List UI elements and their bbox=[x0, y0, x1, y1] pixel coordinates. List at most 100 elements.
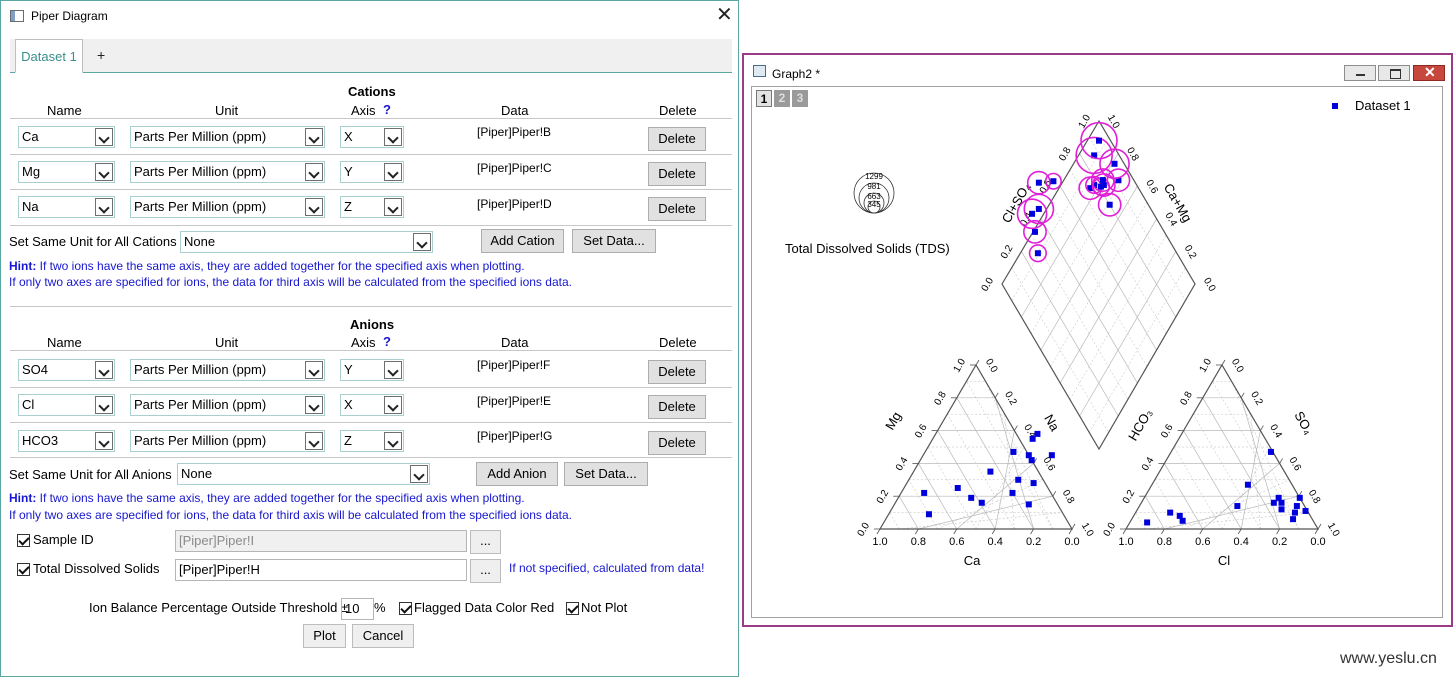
add-anion-button[interactable]: Add Anion bbox=[476, 462, 558, 486]
cation-data-point bbox=[954, 485, 961, 491]
diamond-right-tick-label: 0.0 bbox=[1201, 276, 1218, 294]
sample-id-checkbox[interactable] bbox=[17, 534, 30, 547]
cation-name-select[interactable]: Ca bbox=[18, 126, 115, 148]
anions-hint-line1: Hint: If two ions have the same axis, th… bbox=[9, 491, 525, 505]
dialog-title: Piper Diagram bbox=[31, 9, 108, 23]
anions-set-data-button[interactable]: Set Data... bbox=[564, 462, 648, 486]
cation-triangle-left-tick-label: 0.0 bbox=[856, 521, 873, 539]
axis-help-icon[interactable]: ? bbox=[383, 102, 391, 117]
chevron-down-icon bbox=[384, 432, 402, 450]
sample-id-field[interactable]: [Piper]Piper!I bbox=[175, 530, 467, 552]
close-button[interactable]: ✕ bbox=[1413, 64, 1445, 81]
anion-triangle-gridline bbox=[1192, 414, 1261, 530]
cation-triangle-tick bbox=[1071, 523, 1076, 530]
same-unit-cations-select[interactable]: None bbox=[180, 231, 433, 253]
cation-unit-select[interactable]: Parts Per Million (ppm) bbox=[130, 161, 325, 183]
graph-canvas: 1 2 3 0.0 0.0 0.0 0.2 0.2 0.2 0.4 0.4 0.4 0.6 0.6 0… bbox=[751, 86, 1443, 618]
divider bbox=[10, 350, 732, 351]
cation-axis-select[interactable]: Y bbox=[340, 161, 404, 183]
chevron-down-icon bbox=[384, 198, 402, 216]
delete-button[interactable]: Delete bbox=[648, 127, 706, 151]
add-cation-button[interactable]: Add Cation bbox=[481, 229, 564, 253]
anion-triangle-left-tick-label: 0.0 bbox=[1102, 521, 1119, 539]
anion-triangle-bottom-tick-label: 0.6 bbox=[1195, 536, 1210, 548]
close-icon[interactable]: ✕ bbox=[716, 4, 733, 26]
tds-browse-button[interactable]: ... bbox=[470, 559, 501, 583]
chevron-down-icon bbox=[384, 163, 402, 181]
anion-axis-select[interactable]: X bbox=[340, 394, 404, 416]
same-unit-anions-label: Set Same Unit for All Anions bbox=[9, 467, 172, 482]
anion-axis-select[interactable]: Y bbox=[340, 359, 404, 381]
cation-data-point bbox=[987, 468, 994, 475]
cation-triangle-tick bbox=[975, 359, 980, 366]
anion-unit-select[interactable]: Parts Per Million (ppm) bbox=[130, 359, 325, 381]
tds-checkbox[interactable] bbox=[17, 563, 30, 576]
restore-button[interactable] bbox=[1378, 65, 1410, 81]
anion-data-point bbox=[1290, 516, 1297, 523]
divider bbox=[10, 154, 732, 155]
cation-triangle-gridline bbox=[889, 512, 900, 530]
cation-name-select[interactable]: Mg bbox=[18, 161, 115, 183]
anion-triangle-right-tick-label: 0.4 bbox=[1267, 423, 1284, 441]
anion-data-ref[interactable]: [Piper]Piper!E bbox=[477, 394, 551, 408]
anion-unit-select[interactable]: Parts Per Million (ppm) bbox=[130, 394, 325, 416]
tab-dataset-1[interactable]: Dataset 1 bbox=[15, 39, 83, 73]
piper-dialog: Piper Diagram ✕ Dataset 1 + Cations Name… bbox=[0, 0, 739, 677]
delete-button[interactable]: Delete bbox=[648, 395, 706, 419]
anion-data-point bbox=[1291, 509, 1298, 516]
cation-unit-select[interactable]: Parts Per Million (ppm) bbox=[130, 196, 325, 218]
cation-axis-select[interactable]: X bbox=[340, 126, 404, 148]
axis-help-icon[interactable]: ? bbox=[383, 334, 391, 349]
anion-unit-value: Parts Per Million (ppm) bbox=[134, 433, 267, 448]
same-unit-anions-select[interactable]: None bbox=[177, 463, 430, 485]
cations-set-data-button[interactable]: Set Data... bbox=[572, 229, 656, 253]
col-header-unit: Unit bbox=[215, 103, 239, 118]
cation-name-select[interactable]: Na bbox=[18, 196, 115, 218]
cation-triangle-bottom-tick-label: 0.0 bbox=[1064, 536, 1079, 548]
diamond-data-point bbox=[1029, 210, 1036, 217]
anion-data-ref[interactable]: [Piper]Piper!G bbox=[477, 429, 552, 443]
cation-data-ref[interactable]: [Piper]Piper!D bbox=[477, 197, 552, 211]
cations-hint-line1: Hint: If two ions have the same axis, th… bbox=[9, 259, 525, 273]
diamond-left-tick-label: 0.0 bbox=[980, 276, 997, 294]
delete-button[interactable]: Delete bbox=[648, 197, 706, 221]
cation-triangle-bottom-tick-label: 0.8 bbox=[911, 536, 926, 548]
cation-data-point bbox=[1025, 452, 1032, 459]
plot-button[interactable]: Plot bbox=[303, 624, 346, 648]
anion-unit-value: Parts Per Million (ppm) bbox=[134, 362, 267, 377]
ion-balance-input[interactable]: 10 bbox=[341, 598, 374, 620]
cation-triangle-gridline bbox=[975, 446, 1025, 530]
anion-name-select[interactable]: SO4 bbox=[18, 359, 115, 381]
cation-data-point bbox=[968, 494, 975, 501]
minimize-button[interactable] bbox=[1344, 65, 1376, 81]
cation-data-ref[interactable]: [Piper]Piper!B bbox=[477, 125, 551, 139]
delete-button[interactable]: Delete bbox=[648, 360, 706, 384]
sample-id-browse-button[interactable]: ... bbox=[470, 530, 501, 554]
anion-data-ref[interactable]: [Piper]Piper!F bbox=[477, 358, 550, 372]
anion-unit-select[interactable]: Parts Per Million (ppm) bbox=[130, 430, 325, 452]
cation-unit-select[interactable]: Parts Per Million (ppm) bbox=[130, 126, 325, 148]
anion-data-point bbox=[1293, 503, 1300, 510]
delete-button[interactable]: Delete bbox=[648, 431, 706, 455]
not-plot-checkbox[interactable] bbox=[566, 602, 579, 615]
flagged-red-checkbox[interactable] bbox=[399, 602, 412, 615]
same-unit-cations-value: None bbox=[184, 234, 216, 249]
tds-field[interactable]: [Piper]Piper!H bbox=[175, 559, 467, 581]
anion-name-select[interactable]: Cl bbox=[18, 394, 115, 416]
cation-name-value: Na bbox=[22, 199, 39, 214]
cation-triangle-tick bbox=[876, 528, 881, 535]
anion-name-select[interactable]: HCO3 bbox=[18, 430, 115, 452]
col-header-data: Data bbox=[501, 335, 529, 350]
col-header-axis: Axis bbox=[351, 103, 376, 118]
cation-data-point bbox=[1030, 480, 1037, 487]
add-tab-button[interactable]: + bbox=[97, 47, 105, 63]
anion-triangle-bottom-tick-label: 0.0 bbox=[1310, 536, 1325, 548]
delete-button[interactable]: Delete bbox=[648, 162, 706, 186]
cation-data-ref[interactable]: [Piper]Piper!C bbox=[477, 161, 552, 175]
anion-axis-select[interactable]: Z bbox=[340, 430, 404, 452]
diamond-data-point bbox=[1031, 228, 1038, 235]
dialog-titlebar: Piper Diagram ✕ bbox=[1, 1, 738, 31]
cancel-button[interactable]: Cancel bbox=[352, 624, 414, 648]
cation-triangle-left-tick-label: 0.6 bbox=[913, 422, 930, 440]
cation-axis-select[interactable]: Z bbox=[340, 196, 404, 218]
